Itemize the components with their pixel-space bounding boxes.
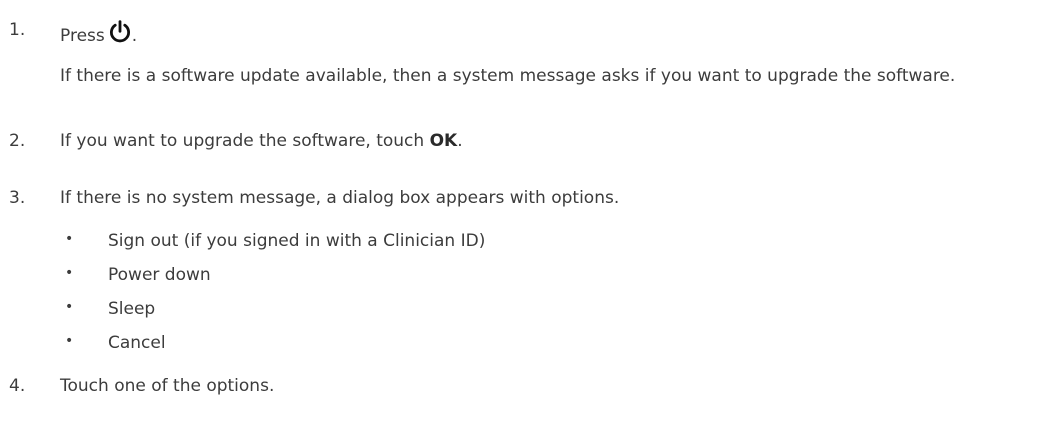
power-icon <box>108 20 132 49</box>
step-text: Press. <box>60 20 137 49</box>
step-number: 4. <box>9 376 26 396</box>
step-number: 3. <box>9 188 26 208</box>
step-text-before: Press <box>60 26 105 46</box>
step-text-after: . <box>131 26 138 46</box>
option-label: Sign out (if you signed in with a Clinic… <box>108 231 486 251</box>
instruction-document: 1. Press. If there is a software update … <box>0 0 1064 427</box>
bullet: • <box>65 333 74 349</box>
ok-label: OK <box>429 131 458 151</box>
step-text: If there is no system message, a dialog … <box>60 188 620 208</box>
step-text: Touch one of the options. <box>60 376 275 396</box>
bullet: • <box>65 265 74 281</box>
option-label: Power down <box>108 265 211 285</box>
step-text-after: . <box>457 131 463 151</box>
bullet: • <box>65 231 74 247</box>
step-number: 2. <box>9 131 26 151</box>
bullet: • <box>65 299 74 315</box>
step-text: If you want to upgrade the software, tou… <box>60 131 463 151</box>
step-1-note: If there is a software update available,… <box>60 66 956 86</box>
option-label: Cancel <box>108 333 166 353</box>
option-label: Sleep <box>108 299 156 319</box>
step-text-before: If you want to upgrade the software, tou… <box>60 131 430 151</box>
step-number: 1. <box>9 20 26 40</box>
